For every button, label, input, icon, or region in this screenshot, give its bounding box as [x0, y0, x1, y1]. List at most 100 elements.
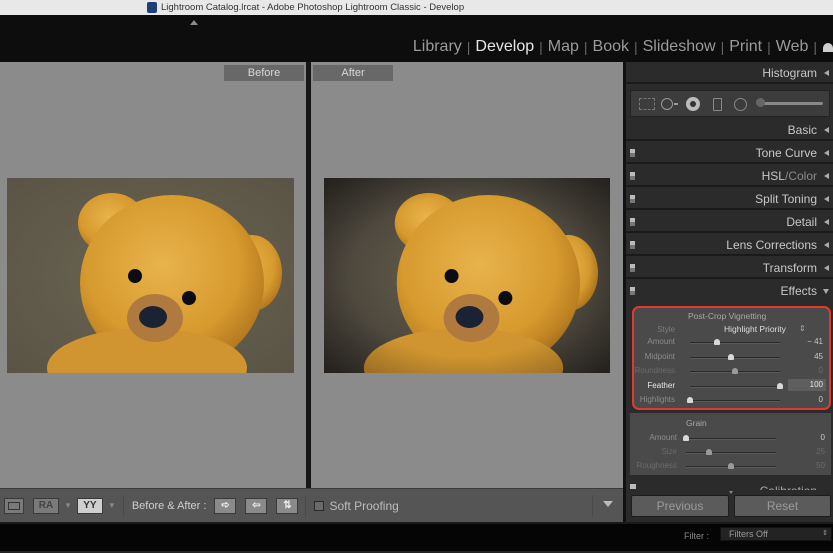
- red-eye-icon[interactable]: [686, 97, 700, 111]
- panel-toggle-switch[interactable]: [630, 172, 635, 180]
- post-crop-vignetting-section: Post-Crop Vignetting Style Highlight Pri…: [632, 306, 831, 410]
- soft-proofing-checkbox[interactable]: [314, 500, 325, 511]
- before-photo[interactable]: [7, 178, 294, 373]
- histogram-title: Histogram: [762, 66, 817, 80]
- panel-tone-curve[interactable]: Tone Curve: [626, 142, 833, 164]
- size-value[interactable]: 25: [816, 447, 825, 456]
- module-print[interactable]: Print: [724, 38, 767, 56]
- crop-overlay-icon[interactable]: [639, 98, 655, 110]
- soft-proofing-label[interactable]: Soft Proofing: [329, 499, 398, 513]
- highlights-slider[interactable]: [687, 397, 780, 403]
- panel-toggle-switch[interactable]: [630, 484, 636, 489]
- arrow-right-icon: ➪: [221, 500, 230, 511]
- roundness-slider[interactable]: [690, 368, 780, 374]
- slider-thumb[interactable]: [777, 382, 783, 389]
- panel-split-toning[interactable]: Split Toning: [626, 188, 833, 210]
- chevron-down-icon[interactable]: ▼: [64, 501, 72, 510]
- slider-label: Midpoint: [644, 351, 675, 361]
- panel-histogram[interactable]: Histogram: [626, 62, 833, 84]
- amount-value[interactable]: − 41: [807, 337, 823, 346]
- arrow-left-icon: ⇦: [252, 500, 261, 511]
- slider-row-amount: Amount − 41: [634, 335, 829, 349]
- highlights-value[interactable]: 0: [819, 395, 823, 404]
- hsl-tab[interactable]: HSL: [762, 169, 785, 183]
- panel-toggle-switch[interactable]: [630, 149, 635, 157]
- after-photo[interactable]: [324, 178, 610, 373]
- amount-slider[interactable]: [690, 339, 780, 345]
- module-slideshow[interactable]: Slideshow: [638, 38, 721, 56]
- panel-toggle-switch[interactable]: [630, 264, 635, 272]
- roughness-slider[interactable]: [686, 463, 776, 469]
- slider-row-highlights: Highlights 0: [634, 393, 829, 407]
- panel-hsl-color[interactable]: HSL/Color: [626, 165, 833, 187]
- module-develop[interactable]: Develop: [470, 38, 539, 56]
- panel-detail[interactable]: Detail: [626, 211, 833, 233]
- slider-thumb[interactable]: [705, 449, 712, 455]
- reset-button[interactable]: Reset: [734, 495, 831, 517]
- slider-thumb[interactable]: [732, 368, 738, 374]
- feather-value[interactable]: 100: [788, 378, 826, 391]
- cloud-icon[interactable]: [823, 42, 833, 52]
- module-book[interactable]: Book: [588, 38, 634, 56]
- style-select[interactable]: Highlight Priority: [724, 324, 786, 334]
- panel-toggle-switch[interactable]: [630, 218, 635, 226]
- module-map[interactable]: Map: [543, 38, 584, 56]
- copy-after-to-before-button[interactable]: ⇦: [245, 497, 268, 514]
- effects-title: Effects: [780, 284, 817, 298]
- swap-before-after-button[interactable]: ⇅: [276, 497, 299, 514]
- roundness-value[interactable]: 0: [819, 366, 823, 375]
- midpoint-slider[interactable]: [690, 353, 780, 360]
- graduated-filter-icon[interactable]: [713, 98, 722, 111]
- copy-before-to-after-button[interactable]: ➪: [214, 497, 237, 514]
- panel-toggle-switch[interactable]: [630, 241, 635, 249]
- module-library[interactable]: Library: [408, 38, 467, 56]
- collapse-triangle-icon[interactable]: [824, 150, 829, 156]
- slider-thumb[interactable]: [728, 463, 734, 469]
- roughness-value[interactable]: 50: [816, 461, 825, 470]
- slider-thumb[interactable]: [683, 435, 689, 441]
- before-after-view-button[interactable]: YY: [76, 497, 103, 514]
- slider-thumb[interactable]: [687, 397, 693, 403]
- filter-select[interactable]: Filters Off ⇕: [720, 527, 832, 541]
- amount-slider[interactable]: [683, 435, 776, 441]
- module-picker: Library | Develop | Map | Book | Slideshow | …: [0, 15, 833, 62]
- adjustment-brush-icon[interactable]: [756, 98, 823, 107]
- chevron-down-icon[interactable]: ▼: [108, 501, 116, 510]
- slider-thumb[interactable]: [727, 353, 734, 360]
- collapse-triangle-icon[interactable]: [824, 242, 829, 248]
- module-web[interactable]: Web: [771, 38, 814, 56]
- expand-triangle-icon[interactable]: [823, 289, 829, 294]
- after-pane[interactable]: After: [311, 62, 623, 488]
- panel-toggle-switch[interactable]: [630, 287, 635, 295]
- radial-filter-icon[interactable]: [734, 98, 747, 111]
- previous-button[interactable]: Previous: [631, 495, 729, 517]
- panel-transform[interactable]: Transform: [626, 257, 833, 279]
- collapse-triangle-icon[interactable]: [824, 265, 829, 271]
- panel-effects[interactable]: Effects: [626, 280, 833, 302]
- loupe-view-button[interactable]: [4, 497, 24, 514]
- panel-basic[interactable]: Basic: [626, 119, 833, 141]
- collapse-triangle-icon[interactable]: [824, 173, 829, 179]
- collapse-bottom-icon[interactable]: [729, 491, 733, 494]
- module-list: Library | Develop | Map | Book | Slideshow | …: [408, 36, 833, 58]
- before-pane[interactable]: Before: [0, 62, 306, 488]
- amount-value[interactable]: 0: [821, 433, 825, 442]
- updown-arrows-icon[interactable]: ⇕: [799, 324, 806, 333]
- collapse-triangle-icon[interactable]: [824, 219, 829, 225]
- spot-removal-icon[interactable]: [661, 98, 678, 110]
- collapse-triangle-icon[interactable]: [824, 196, 829, 202]
- color-tab[interactable]: Color: [788, 169, 817, 183]
- feather-slider[interactable]: [690, 382, 783, 389]
- collapse-triangle-icon[interactable]: [824, 70, 829, 76]
- panel-lens-corrections[interactable]: Lens Corrections: [626, 234, 833, 256]
- size-slider[interactable]: [686, 449, 776, 455]
- collapse-triangle-icon[interactable]: [824, 127, 829, 133]
- before-after-left-right-button[interactable]: RA: [33, 497, 59, 514]
- midpoint-value[interactable]: 45: [814, 352, 823, 361]
- panel-calibration[interactable]: Calibration: [626, 482, 833, 490]
- slider-thumb[interactable]: [713, 339, 720, 345]
- before-label: Before: [224, 65, 304, 81]
- collapse-top-panel-icon[interactable]: [190, 20, 198, 25]
- panel-toggle-switch[interactable]: [630, 195, 635, 203]
- toolbar-content-menu-icon[interactable]: [603, 501, 613, 507]
